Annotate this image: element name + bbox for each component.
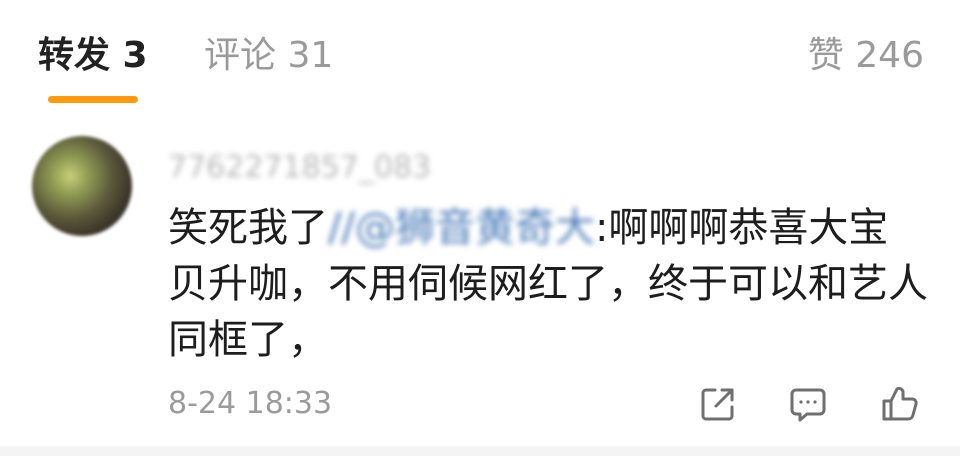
username[interactable]: 7762271857_083 [168, 150, 431, 185]
tab-bar: 转发 3 评论 31 赞 246 [0, 0, 960, 113]
share-icon[interactable] [698, 384, 738, 424]
thumbs-up-icon[interactable] [880, 384, 920, 424]
comment-footer: 8-24 18:33 [168, 382, 928, 432]
tab-like[interactable]: 赞 246 [808, 32, 924, 80]
timestamp: 8-24 18:33 [168, 386, 333, 421]
avatar[interactable] [32, 136, 132, 236]
mention-link[interactable]: //@狮音黄奇大 [328, 205, 595, 251]
active-tab-indicator [48, 96, 138, 103]
comment-item: 7762271857_083 笑死我了//@狮音黄奇大:啊啊啊恭喜大宝贝升咖，不… [0, 112, 960, 446]
tab-forward[interactable]: 转发 3 [38, 32, 148, 80]
comment-text-before: 笑死我了 [168, 205, 328, 251]
reply-icon[interactable] [788, 384, 828, 424]
comment-text: 笑死我了//@狮音黄奇大:啊啊啊恭喜大宝贝升咖，不用伺候网红了，终于可以和艺人同… [168, 200, 928, 368]
tab-comment[interactable]: 评论 31 [204, 32, 333, 80]
